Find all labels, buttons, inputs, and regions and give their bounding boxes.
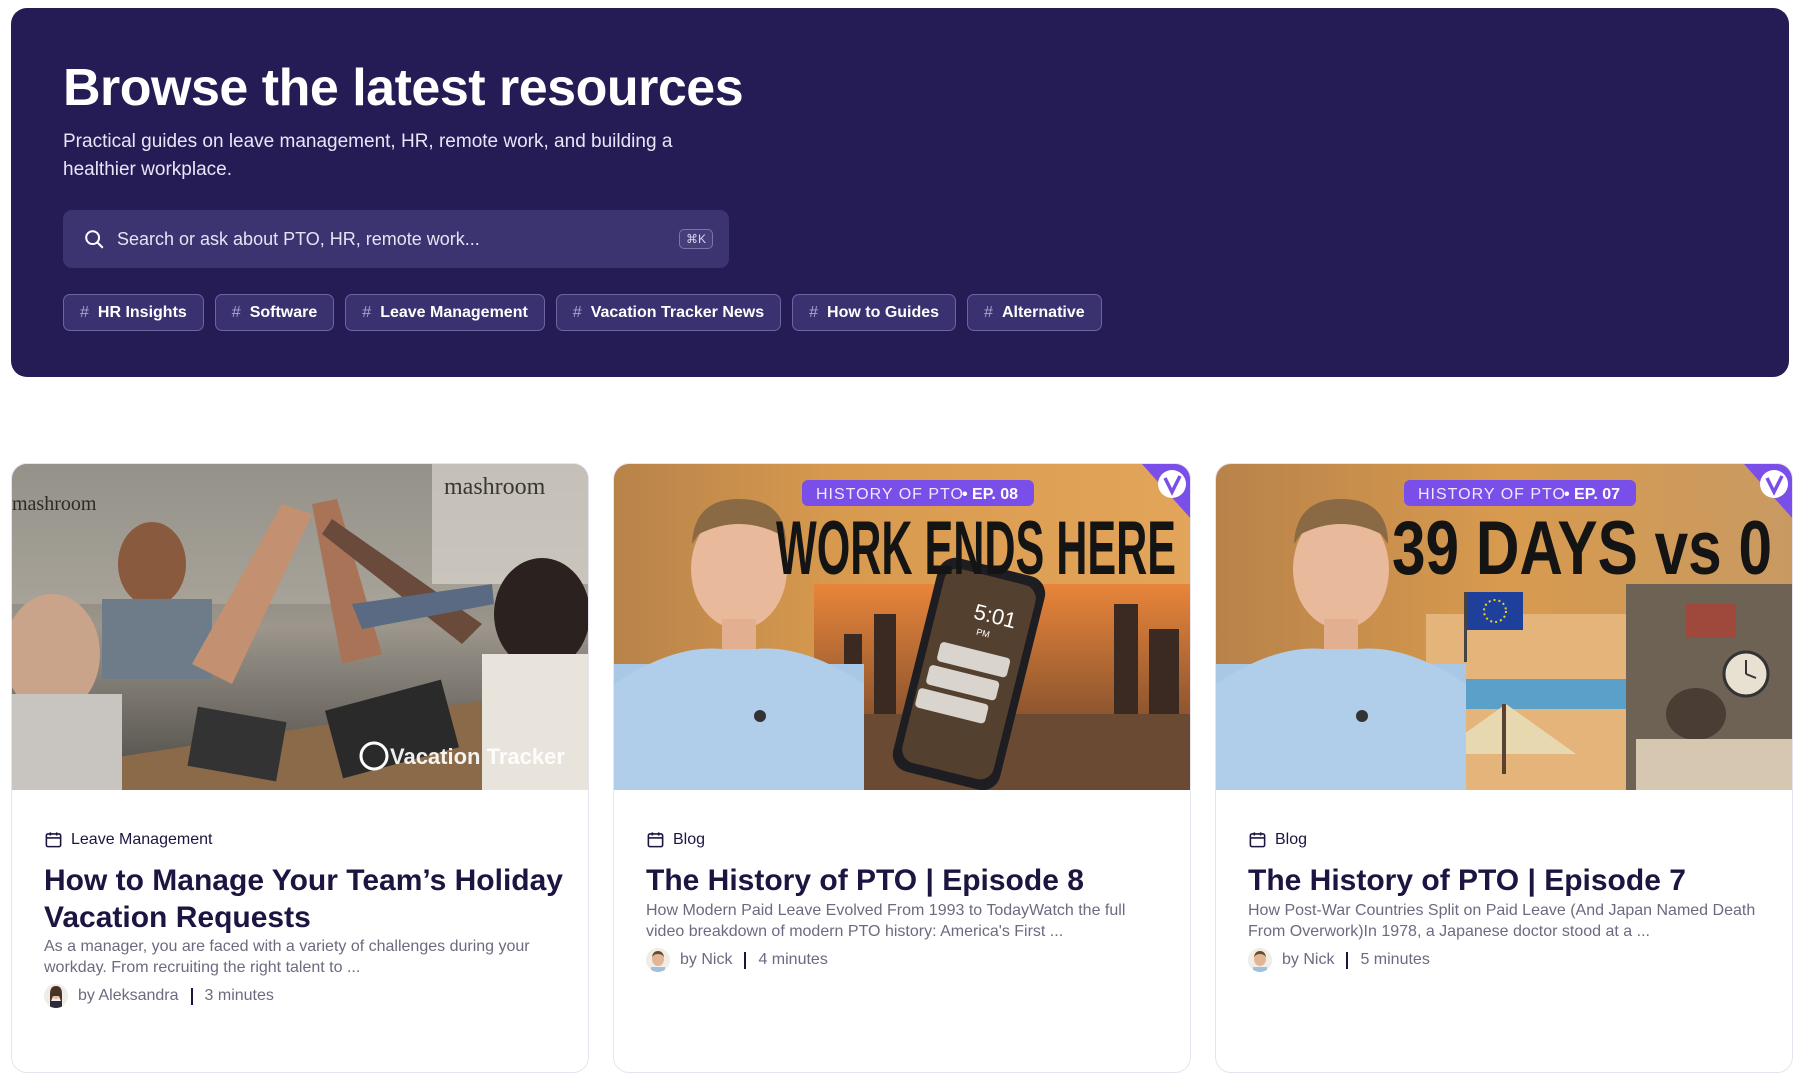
article-category[interactable]: Leave Management: [44, 830, 212, 849]
read-time: 5 minutes: [1360, 951, 1430, 968]
wall-sign-text: mashroom: [444, 474, 546, 500]
wall-sign-text: mashroom: [12, 493, 97, 515]
hash-icon: #: [80, 303, 89, 321]
calendar-icon: [45, 832, 62, 848]
episode-7-thumbnail: HISTORY OF PTO • EP. 07 39 DAYS vs 0: [1216, 464, 1792, 790]
search-icon: [85, 230, 104, 249]
meta-divider: [1346, 951, 1349, 969]
article-meta: by Nick 5 minutes: [1248, 948, 1430, 972]
tag-software[interactable]: # Software: [214, 294, 335, 331]
vacation-tracker-watermark: Vacation Tracker: [359, 741, 565, 771]
avatar: [646, 948, 670, 972]
tag-leave-management[interactable]: # Leave Management: [345, 294, 545, 331]
tag-how-to-guides[interactable]: # How to Guides: [792, 294, 957, 331]
author-name: by Nick: [1282, 951, 1335, 968]
tag-list: # HR Insights # Software # Leave Management…: [63, 294, 1102, 331]
article-excerpt: How Modern Paid Leave Evolved From 1993 …: [646, 902, 1126, 940]
avatar: [1248, 948, 1272, 972]
tag-hr-insights[interactable]: # HR Insights: [63, 294, 204, 331]
article-title[interactable]: How to Manage Your Team’s Holiday Vacati…: [44, 862, 564, 936]
article-grid: mashroom mashroom Vacation Tracker Leave…: [11, 463, 1793, 1073]
article-thumbnail[interactable]: mashroom mashroom Vacation Tracker: [12, 464, 588, 790]
hash-icon: #: [572, 303, 582, 321]
article-meta: by Aleksandra 3 minutes: [44, 984, 274, 1008]
article-excerpt: As a manager, you are faced with a varie…: [44, 938, 530, 976]
tag-label: Leave Management: [380, 303, 528, 321]
page-title: Browse the latest resources: [63, 59, 744, 117]
svg-text:Vacation Tracker: Vacation Tracker: [390, 744, 565, 769]
read-time: 4 minutes: [758, 951, 828, 968]
meta-divider: [744, 951, 747, 969]
tag-label: How to Guides: [827, 303, 940, 321]
episode-number: • EP. 07: [1564, 486, 1620, 503]
meta-divider: [190, 987, 193, 1005]
tag-alternative[interactable]: # Alternative: [967, 294, 1102, 331]
tag-label: Vacation Tracker News: [590, 303, 765, 321]
article-title[interactable]: The History of PTO | Episode 8: [646, 862, 1166, 899]
category-label: Blog: [1275, 830, 1308, 848]
episode-label: HISTORY OF PTO: [1418, 486, 1566, 503]
episode-8-thumbnail: 5:01 PM HISTORY OF PTO • EP. 08 WORK END…: [614, 464, 1190, 790]
article-title[interactable]: The History of PTO | Episode 7: [1248, 862, 1768, 899]
article-card[interactable]: HISTORY OF PTO • EP. 07 39 DAYS vs 0 Blo…: [1215, 463, 1793, 1073]
search-bar[interactable]: ⌘K: [63, 210, 729, 268]
category-label: Leave Management: [71, 830, 213, 848]
hash-icon: #: [231, 303, 241, 321]
tag-label: Alternative: [1001, 303, 1085, 321]
calendar-icon: [647, 832, 664, 848]
tag-label: HR Insights: [97, 303, 187, 321]
team-high-five-photo: mashroom mashroom Vacation Tracker: [12, 464, 588, 790]
hash-icon: #: [809, 303, 819, 321]
article-category[interactable]: Blog: [646, 830, 705, 849]
tag-label: Software: [249, 303, 318, 321]
thumbnail-headline: WORK ENDS HERE: [776, 506, 1176, 591]
episode-label: HISTORY OF PTO: [816, 486, 964, 503]
hash-icon: #: [984, 303, 993, 321]
tag-vacation-tracker-news[interactable]: # Vacation Tracker News: [555, 294, 782, 331]
hero-banner: Browse the latest resources Practical gu…: [11, 8, 1789, 377]
article-thumbnail[interactable]: HISTORY OF PTO • EP. 07 39 DAYS vs 0: [1216, 464, 1792, 790]
article-meta: by Nick 4 minutes: [646, 948, 828, 972]
read-time: 3 minutes: [204, 987, 274, 1004]
avatar: [44, 984, 68, 1008]
article-card[interactable]: mashroom mashroom Vacation Tracker Leave…: [11, 463, 589, 1073]
keyboard-shortcut-badge: ⌘K: [678, 229, 713, 249]
article-thumbnail[interactable]: 5:01 PM HISTORY OF PTO • EP. 08 WORK END…: [614, 464, 1190, 790]
page-subtitle: Practical guides on leave management, HR…: [63, 131, 673, 180]
search-input[interactable]: [117, 228, 679, 250]
article-card[interactable]: 5:01 PM HISTORY OF PTO • EP. 08 WORK END…: [613, 463, 1191, 1073]
hash-icon: #: [362, 303, 372, 321]
calendar-icon: [1249, 832, 1266, 848]
article-excerpt: How Post-War Countries Split on Paid Lea…: [1248, 902, 1756, 940]
author-name: by Aleksandra: [78, 987, 179, 1004]
episode-number: • EP. 08: [962, 486, 1018, 503]
thumbnail-headline: 39 DAYS vs 0: [1392, 506, 1772, 591]
article-category[interactable]: Blog: [1248, 830, 1307, 849]
author-name: by Nick: [680, 951, 733, 968]
category-label: Blog: [673, 830, 706, 848]
